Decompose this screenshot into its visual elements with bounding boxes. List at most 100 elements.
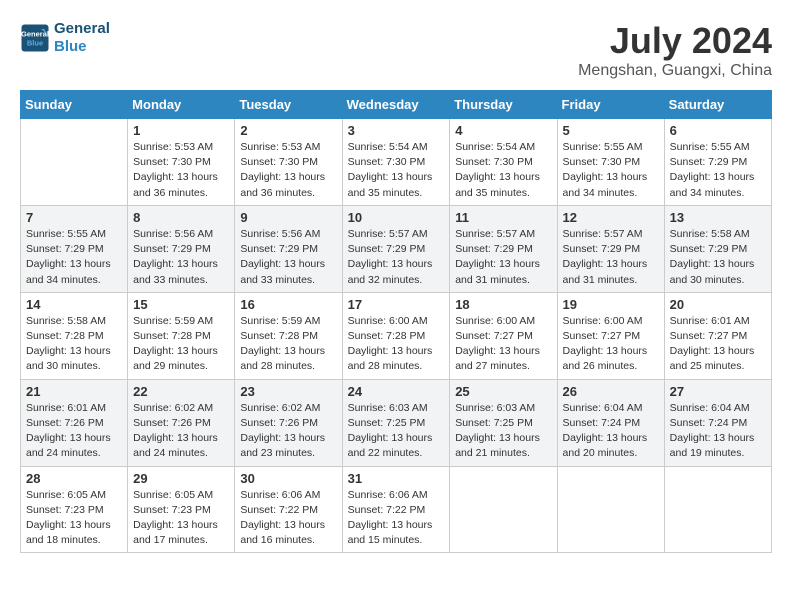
cell-5-4: 31 Sunrise: 6:06 AM Sunset: 7:22 PM Dayli… [342, 466, 450, 553]
day-number: 23 [240, 384, 336, 399]
week-row-2: 7 Sunrise: 5:55 AM Sunset: 7:29 PM Daylig… [21, 205, 772, 292]
day-info: Sunrise: 6:02 AM Sunset: 7:26 PM Dayligh… [133, 401, 229, 462]
cell-3-5: 18 Sunrise: 6:00 AM Sunset: 7:27 PM Dayli… [450, 292, 557, 379]
day-number: 4 [455, 123, 551, 138]
day-number: 31 [348, 471, 445, 486]
day-info: Sunrise: 6:06 AM Sunset: 7:22 PM Dayligh… [240, 488, 336, 549]
day-info: Sunrise: 6:01 AM Sunset: 7:26 PM Dayligh… [26, 401, 122, 462]
day-number: 1 [133, 123, 229, 138]
day-number: 20 [670, 297, 766, 312]
cell-1-5: 4 Sunrise: 5:54 AM Sunset: 7:30 PM Daylig… [450, 119, 557, 206]
cell-4-2: 22 Sunrise: 6:02 AM Sunset: 7:26 PM Dayli… [128, 379, 235, 466]
cell-4-3: 23 Sunrise: 6:02 AM Sunset: 7:26 PM Dayli… [235, 379, 342, 466]
cell-2-7: 13 Sunrise: 5:58 AM Sunset: 7:29 PM Dayli… [664, 205, 771, 292]
day-number: 11 [455, 210, 551, 225]
day-number: 30 [240, 471, 336, 486]
title-section: July 2024 Mengshan, Guangxi, China [578, 20, 772, 80]
day-number: 9 [240, 210, 336, 225]
day-info: Sunrise: 6:01 AM Sunset: 7:27 PM Dayligh… [670, 314, 766, 375]
day-info: Sunrise: 6:03 AM Sunset: 7:25 PM Dayligh… [348, 401, 445, 462]
cell-5-1: 28Sunrise: 6:05 AM Sunset: 7:23 PM Dayli… [21, 466, 128, 553]
day-number: 21 [26, 384, 122, 399]
cell-3-2: 15Sunrise: 5:59 AM Sunset: 7:28 PM Dayli… [128, 292, 235, 379]
cell-5-6 [557, 466, 664, 553]
day-number: 2 [240, 123, 336, 138]
day-number: 26 [563, 384, 659, 399]
day-number: 13 [670, 210, 766, 225]
day-number: 3 [348, 123, 445, 138]
cell-2-2: 8 Sunrise: 5:56 AM Sunset: 7:29 PM Daylig… [128, 205, 235, 292]
day-info: Sunrise: 5:58 AM Sunset: 7:29 PM Dayligh… [670, 227, 766, 288]
day-info: Sunrise: 6:00 AM Sunset: 7:28 PM Dayligh… [348, 314, 445, 375]
calendar-table: Sunday Monday Tuesday Wednesday Thursday… [20, 90, 772, 553]
header-sunday: Sunday [21, 91, 128, 119]
cell-5-3: 30 Sunrise: 6:06 AM Sunset: 7:22 PM Dayli… [235, 466, 342, 553]
cell-4-6: 26 Sunrise: 6:04 AM Sunset: 7:24 PM Dayli… [557, 379, 664, 466]
day-info: Sunrise: 6:05 AM Sunset: 7:23 PM Dayligh… [26, 488, 122, 549]
day-number: 7 [26, 210, 122, 225]
day-info: Sunrise: 6:05 AM Sunset: 7:23 PM Dayligh… [133, 488, 229, 549]
week-row-3: 14Sunrise: 5:58 AM Sunset: 7:28 PM Dayli… [21, 292, 772, 379]
day-number: 8 [133, 210, 229, 225]
cell-3-3: 16 Sunrise: 5:59 AM Sunset: 7:28 PM Dayli… [235, 292, 342, 379]
logo-icon: General Blue [20, 23, 50, 53]
cell-1-4: 3 Sunrise: 5:54 AM Sunset: 7:30 PM Daylig… [342, 119, 450, 206]
cell-4-5: 25Sunrise: 6:03 AM Sunset: 7:25 PM Dayli… [450, 379, 557, 466]
day-number: 12 [563, 210, 659, 225]
day-info: Sunrise: 5:54 AM Sunset: 7:30 PM Dayligh… [348, 140, 445, 201]
day-info: Sunrise: 5:54 AM Sunset: 7:30 PM Dayligh… [455, 140, 551, 201]
cell-1-7: 6Sunrise: 5:55 AM Sunset: 7:29 PM Daylig… [664, 119, 771, 206]
cell-2-5: 11Sunrise: 5:57 AM Sunset: 7:29 PM Dayli… [450, 205, 557, 292]
month-title: July 2024 [578, 20, 772, 62]
cell-2-1: 7 Sunrise: 5:55 AM Sunset: 7:29 PM Daylig… [21, 205, 128, 292]
cell-1-2: 1 Sunrise: 5:53 AM Sunset: 7:30 PM Daylig… [128, 119, 235, 206]
cell-3-6: 19Sunrise: 6:00 AM Sunset: 7:27 PM Dayli… [557, 292, 664, 379]
svg-text:Blue: Blue [27, 39, 43, 48]
cell-3-1: 14Sunrise: 5:58 AM Sunset: 7:28 PM Dayli… [21, 292, 128, 379]
location-title: Mengshan, Guangxi, China [578, 62, 772, 80]
week-row-1: 1 Sunrise: 5:53 AM Sunset: 7:30 PM Daylig… [21, 119, 772, 206]
day-number: 29 [133, 471, 229, 486]
cell-3-7: 20 Sunrise: 6:01 AM Sunset: 7:27 PM Dayli… [664, 292, 771, 379]
header-wednesday: Wednesday [342, 91, 450, 119]
day-info: Sunrise: 5:55 AM Sunset: 7:29 PM Dayligh… [670, 140, 766, 201]
day-info: Sunrise: 5:55 AM Sunset: 7:29 PM Dayligh… [26, 227, 122, 288]
day-number: 24 [348, 384, 445, 399]
day-info: Sunrise: 5:55 AM Sunset: 7:30 PM Dayligh… [563, 140, 659, 201]
cell-2-3: 9 Sunrise: 5:56 AM Sunset: 7:29 PM Daylig… [235, 205, 342, 292]
cell-4-7: 27 Sunrise: 6:04 AM Sunset: 7:24 PM Dayli… [664, 379, 771, 466]
cell-5-2: 29 Sunrise: 6:05 AM Sunset: 7:23 PM Dayli… [128, 466, 235, 553]
day-number: 22 [133, 384, 229, 399]
header-friday: Friday [557, 91, 664, 119]
day-info: Sunrise: 5:57 AM Sunset: 7:29 PM Dayligh… [348, 227, 445, 288]
header-tuesday: Tuesday [235, 91, 342, 119]
day-info: Sunrise: 5:57 AM Sunset: 7:29 PM Dayligh… [563, 227, 659, 288]
day-info: Sunrise: 6:06 AM Sunset: 7:22 PM Dayligh… [348, 488, 445, 549]
day-number: 19 [563, 297, 659, 312]
day-info: Sunrise: 5:53 AM Sunset: 7:30 PM Dayligh… [133, 140, 229, 201]
cell-4-1: 21 Sunrise: 6:01 AM Sunset: 7:26 PM Dayli… [21, 379, 128, 466]
cell-5-7 [664, 466, 771, 553]
day-info: Sunrise: 5:59 AM Sunset: 7:28 PM Dayligh… [133, 314, 229, 375]
day-number: 10 [348, 210, 445, 225]
cell-1-6: 5Sunrise: 5:55 AM Sunset: 7:30 PM Daylig… [557, 119, 664, 206]
day-info: Sunrise: 5:59 AM Sunset: 7:28 PM Dayligh… [240, 314, 336, 375]
day-info: Sunrise: 6:04 AM Sunset: 7:24 PM Dayligh… [563, 401, 659, 462]
cell-2-4: 10 Sunrise: 5:57 AM Sunset: 7:29 PM Dayli… [342, 205, 450, 292]
day-info: Sunrise: 6:04 AM Sunset: 7:24 PM Dayligh… [670, 401, 766, 462]
days-header-row: Sunday Monday Tuesday Wednesday Thursday… [21, 91, 772, 119]
day-number: 18 [455, 297, 551, 312]
day-number: 27 [670, 384, 766, 399]
day-number: 14 [26, 297, 122, 312]
day-number: 16 [240, 297, 336, 312]
cell-1-3: 2Sunrise: 5:53 AM Sunset: 7:30 PM Daylig… [235, 119, 342, 206]
logo: General Blue General Blue [20, 20, 110, 56]
day-info: Sunrise: 5:56 AM Sunset: 7:29 PM Dayligh… [240, 227, 336, 288]
cell-5-5 [450, 466, 557, 553]
day-info: Sunrise: 6:02 AM Sunset: 7:26 PM Dayligh… [240, 401, 336, 462]
day-info: Sunrise: 6:00 AM Sunset: 7:27 PM Dayligh… [455, 314, 551, 375]
header: General Blue General Blue July 2024 Meng… [20, 20, 772, 80]
day-info: Sunrise: 5:56 AM Sunset: 7:29 PM Dayligh… [133, 227, 229, 288]
day-number: 25 [455, 384, 551, 399]
cell-4-4: 24 Sunrise: 6:03 AM Sunset: 7:25 PM Dayli… [342, 379, 450, 466]
